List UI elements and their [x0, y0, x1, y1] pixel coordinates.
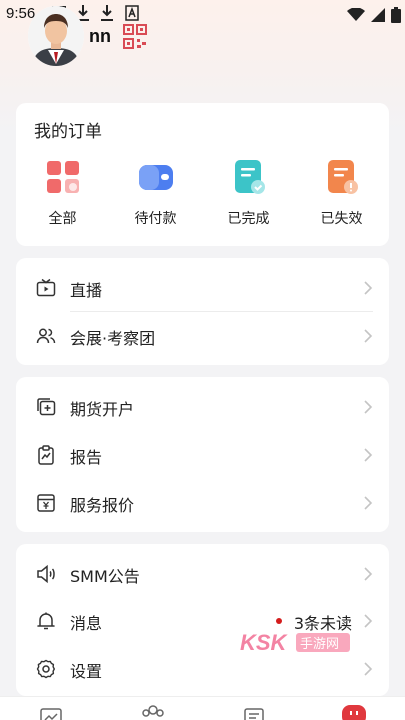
menu-item-label: 消息 — [70, 614, 103, 633]
order-filter-expired[interactable]: 已失效 — [295, 159, 388, 228]
download-icon — [100, 4, 114, 22]
order-filter-label: 已完成 — [227, 211, 270, 227]
my-orders-card: 我的订单 全部 待付款 已完成 已失效 — [16, 103, 389, 246]
tab-community-icon[interactable] — [141, 704, 165, 720]
status-time: 9:56 — [6, 5, 36, 22]
tab-news-icon[interactable] — [244, 707, 264, 720]
chevron-right-icon — [363, 447, 373, 463]
chevron-right-icon — [363, 280, 373, 296]
menu-item-report[interactable]: 报告 — [16, 431, 389, 479]
menu-item-label: 期货开户 — [70, 400, 135, 419]
report-icon — [36, 445, 56, 465]
order-filter-all[interactable]: 全部 — [16, 159, 109, 228]
tab-mine-icon[interactable] — [342, 705, 366, 720]
watermark-text: KSK — [240, 630, 289, 655]
menu-group-system: SMM公告 消息 3条未读 设置 — [16, 544, 389, 696]
grid-icon — [45, 159, 81, 195]
qr-code-icon[interactable] — [123, 24, 147, 50]
my-orders-title: 我的订单 — [34, 122, 102, 142]
speaker-icon — [36, 564, 56, 584]
order-filter-label: 已失效 — [320, 211, 363, 227]
bell-icon — [36, 611, 56, 631]
order-filter-pending-payment[interactable]: 待付款 — [109, 159, 202, 228]
username: nn — [89, 26, 111, 46]
people-icon — [36, 326, 56, 346]
bottom-tab-bar — [0, 696, 405, 720]
menu-item-exhibition[interactable]: 会展·考察团 — [16, 312, 389, 360]
gear-icon — [36, 659, 56, 679]
menu-item-label: 直播 — [70, 281, 103, 300]
menu-item-label: 报告 — [70, 448, 103, 467]
wallet-icon — [138, 159, 174, 195]
price-icon — [36, 493, 56, 513]
chevron-right-icon — [363, 495, 373, 511]
order-filter-label: 全部 — [48, 211, 77, 227]
menu-item-label: 设置 — [70, 662, 103, 681]
chevron-right-icon — [363, 328, 373, 344]
watermark-logo: KSK 手游网 — [238, 628, 353, 658]
menu-group-services: 期货开户 报告 服务报价 — [16, 377, 389, 532]
menu-item-futures-account[interactable]: 期货开户 — [16, 383, 389, 431]
chevron-right-icon — [363, 566, 373, 582]
chevron-right-icon — [363, 613, 373, 629]
menu-item-label: 会展·考察团 — [70, 329, 156, 348]
add-account-icon — [36, 397, 56, 417]
avatar[interactable] — [28, 6, 84, 66]
order-filter-completed[interactable]: 已完成 — [202, 159, 295, 228]
expired-doc-icon — [324, 159, 360, 195]
completed-doc-icon — [231, 159, 267, 195]
wifi-icon — [347, 7, 365, 26]
font-a-icon — [125, 4, 139, 22]
menu-item-service-price[interactable]: 服务报价 — [16, 479, 389, 527]
watermark-subtext: 手游网 — [300, 637, 339, 652]
chevron-right-icon — [363, 399, 373, 415]
menu-group-live: 直播 会展·考察团 — [16, 258, 389, 365]
chevron-right-icon — [363, 661, 373, 677]
unread-dot — [276, 618, 282, 624]
tab-market-icon[interactable] — [40, 707, 62, 720]
menu-item-announcement[interactable]: SMM公告 — [16, 550, 389, 598]
signal-icon — [371, 8, 385, 26]
menu-item-label: 服务报价 — [70, 496, 135, 515]
menu-item-label: SMM公告 — [70, 567, 140, 586]
battery-icon — [391, 7, 401, 27]
menu-item-live[interactable]: 直播 — [16, 264, 389, 312]
order-filter-label: 待付款 — [134, 211, 177, 227]
tv-icon — [36, 278, 56, 298]
